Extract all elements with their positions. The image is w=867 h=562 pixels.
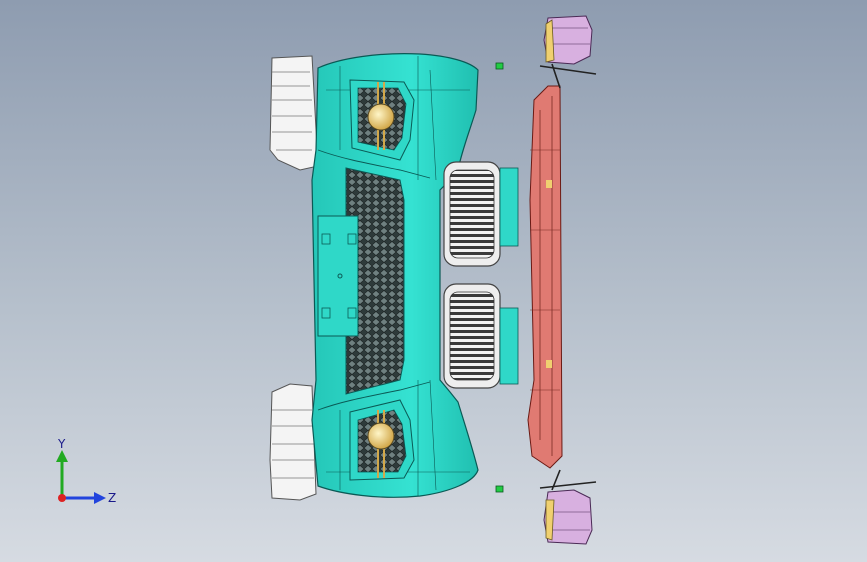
kidney-grille-upper[interactable] xyxy=(443,161,519,267)
crash-box-lower[interactable] xyxy=(539,469,597,545)
crash-box-upper[interactable] xyxy=(539,15,597,89)
bumper-reinforcement-beam[interactable] xyxy=(527,85,563,469)
left-bracket-lower[interactable] xyxy=(269,383,317,501)
license-plate-bracket[interactable] xyxy=(317,215,359,337)
lower-fog-lamp[interactable] xyxy=(367,422,395,450)
coordinate-triad[interactable]: Y Z xyxy=(40,430,130,520)
reference-marker-bottom[interactable] xyxy=(495,485,504,493)
kidney-grille-lower[interactable] xyxy=(443,283,519,389)
front-bumper-assembly-model[interactable] xyxy=(0,0,867,562)
left-bracket-upper[interactable] xyxy=(269,55,319,171)
reference-marker-top[interactable] xyxy=(495,62,504,70)
upper-fog-lamp-bezel[interactable] xyxy=(349,79,415,161)
y-axis-label: Y xyxy=(57,437,66,451)
lower-fog-lamp-bezel[interactable] xyxy=(349,399,415,481)
upper-fog-lamp[interactable] xyxy=(367,103,395,131)
x-axis-dot-icon xyxy=(58,494,66,502)
z-axis-label: Z xyxy=(108,491,116,505)
3d-model-viewport[interactable]: Y Z xyxy=(0,0,867,562)
